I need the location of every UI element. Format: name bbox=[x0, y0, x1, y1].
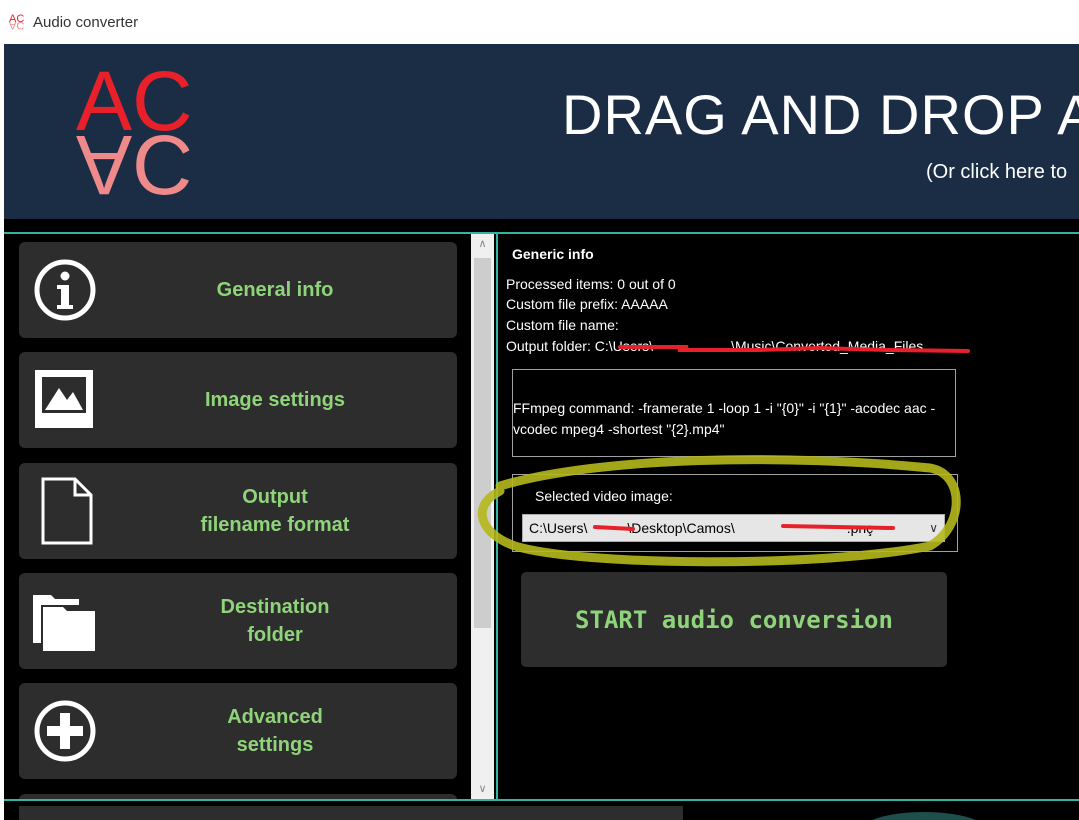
redaction-scribble bbox=[593, 524, 895, 531]
processed-items: Processed items: 0 out of 0 bbox=[506, 276, 676, 292]
logo-text-reflection: AC bbox=[76, 118, 193, 208]
scroll-up-icon[interactable]: ∧ bbox=[471, 234, 494, 254]
sidebar-item-general-info[interactable]: General info bbox=[19, 242, 457, 338]
sidebar-item-label: Destination folder bbox=[220, 596, 330, 646]
sidebar-item-label: General info bbox=[216, 279, 334, 301]
image-icon bbox=[35, 370, 93, 428]
app-window: AC AC DRAG AND DROP A (Or click here to … bbox=[4, 44, 1079, 820]
scrollbar-thumb[interactable] bbox=[474, 258, 491, 628]
folder-icon bbox=[33, 595, 95, 651]
selected-image-box: Selected video image: C:\Users\ \Desktop\… bbox=[512, 474, 958, 552]
ffmpeg-command: FFmpeg command: -framerate 1 -loop 1 -i … bbox=[513, 400, 936, 437]
sidebar-item-destination-folder[interactable]: Destination folder bbox=[19, 573, 457, 669]
section-title: Generic info bbox=[512, 246, 594, 262]
divider-bottom bbox=[4, 799, 1079, 801]
bottom-panel bbox=[19, 806, 683, 820]
main-panel: Generic info Processed items: 0 out of 0… bbox=[477, 234, 1079, 799]
info-icon bbox=[34, 259, 96, 321]
drop-title[interactable]: DRAG AND DROP A bbox=[562, 82, 1079, 147]
start-conversion-button[interactable]: START audio conversion bbox=[521, 572, 947, 667]
scroll-down-icon[interactable]: ∨ bbox=[471, 779, 494, 799]
drop-subtitle[interactable]: (Or click here to bbox=[926, 161, 1067, 184]
bottom-indicator bbox=[859, 812, 989, 820]
sidebar-item-output-filename-format[interactable]: Output filename format bbox=[19, 463, 457, 559]
sidebar: General info Image settings Output filen… bbox=[4, 234, 469, 799]
sidebar-item-label: Output filename format bbox=[200, 486, 350, 536]
selected-image-label: Selected video image: bbox=[535, 488, 673, 504]
sidebar-item-image-settings[interactable]: Image settings bbox=[19, 352, 457, 448]
sidebar-item-advanced-settings[interactable]: Advanced settings bbox=[19, 683, 457, 779]
sidebar-item-label: Advanced settings bbox=[227, 706, 323, 756]
ac-logo-icon: AC AC bbox=[9, 13, 24, 31]
sidebar-scrollbar[interactable]: ∧ ∨ bbox=[471, 234, 494, 799]
window-title: Audio converter bbox=[33, 14, 139, 31]
bottom-bar bbox=[4, 802, 1079, 820]
ffmpeg-command-box: FFmpeg command: -framerate 1 -loop 1 -i … bbox=[512, 369, 956, 457]
app-logo: AC AC bbox=[76, 58, 193, 208]
window-titlebar: AC AC Audio converter bbox=[0, 0, 1079, 44]
image-path-part: C:\Users\ bbox=[529, 520, 588, 536]
plus-circle-icon bbox=[34, 700, 96, 762]
chevron-down-icon[interactable]: ∨ bbox=[929, 515, 938, 541]
redaction-scribble bbox=[618, 345, 970, 353]
custom-file-prefix: Custom file prefix: AAAAA bbox=[506, 296, 668, 312]
sidebar-item-label: Image settings bbox=[204, 389, 346, 411]
svg-text:AC: AC bbox=[9, 19, 24, 31]
drop-zone-header[interactable]: AC AC DRAG AND DROP A (Or click here to bbox=[4, 44, 1079, 219]
document-icon bbox=[41, 477, 93, 545]
custom-file-name: Custom file name: bbox=[506, 317, 619, 333]
